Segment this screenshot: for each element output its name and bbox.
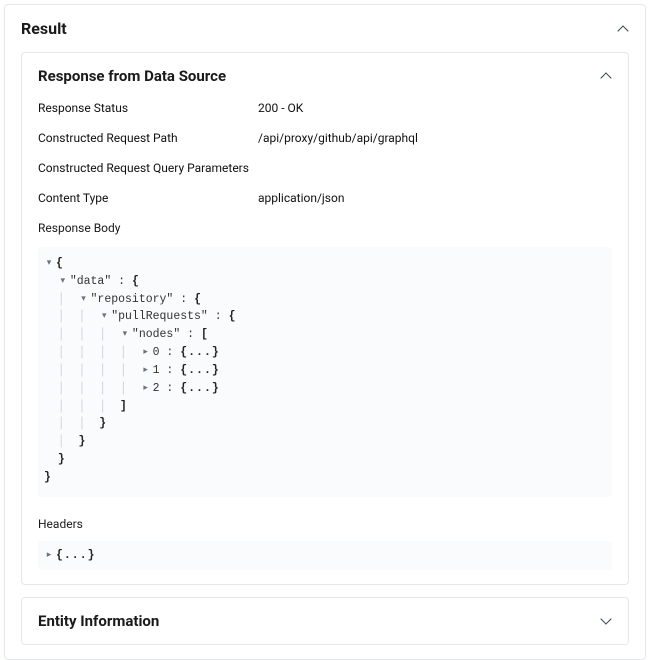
json-line: } <box>44 451 602 469</box>
json-line[interactable]: │ │ │ │ 1 : {...} <box>44 362 602 380</box>
json-key: "pullRequests" <box>111 308 208 326</box>
json-line[interactable]: "data" : { <box>44 273 602 291</box>
json-headers[interactable]: {...} <box>38 541 612 571</box>
json-key: 0 <box>153 344 160 362</box>
json-line: │ │ } <box>44 415 602 433</box>
toggle-icon[interactable] <box>79 293 89 307</box>
entity-title: Entity Information <box>38 612 159 630</box>
result-title: Result <box>21 19 67 38</box>
value-request-path: /api/proxy/github/api/graphql <box>258 131 418 145</box>
json-response-body[interactable]: { "data" : { │ "repository" : { │ │ "pul… <box>38 247 612 497</box>
label-response-status: Response Status <box>38 101 258 115</box>
json-line[interactable]: { <box>44 255 602 273</box>
toggle-icon[interactable] <box>44 549 54 563</box>
value-response-status: 200 - OK <box>258 101 303 115</box>
chevron-down-icon[interactable] <box>602 616 612 626</box>
toggle-icon[interactable] <box>141 364 151 378</box>
json-collapsed[interactable]: {...} <box>180 344 220 362</box>
json-line[interactable]: │ │ │ │ 0 : {...} <box>44 344 602 362</box>
value-content-type: application/json <box>258 191 344 205</box>
toggle-icon[interactable] <box>44 257 54 271</box>
result-header[interactable]: Result <box>5 5 645 52</box>
label-response-body: Response Body <box>22 215 628 243</box>
chevron-up-icon[interactable] <box>619 24 629 34</box>
json-collapsed[interactable]: {...} <box>56 547 96 565</box>
json-key: "repository" <box>91 291 174 309</box>
toggle-icon[interactable] <box>120 328 130 342</box>
json-line[interactable]: │ │ │ "nodes" : [ <box>44 326 602 344</box>
json-line[interactable]: {...} <box>44 547 602 565</box>
row-request-path: Constructed Request Path /api/proxy/gith… <box>22 125 628 155</box>
toggle-icon[interactable] <box>99 310 109 324</box>
response-panel: Response from Data Source Response Statu… <box>21 52 629 585</box>
entity-header[interactable]: Entity Information <box>22 598 628 644</box>
json-line[interactable]: │ │ │ │ 2 : {...} <box>44 380 602 398</box>
json-line[interactable]: │ │ "pullRequests" : { <box>44 308 602 326</box>
json-key: "nodes" <box>132 326 180 344</box>
json-line: │ } <box>44 433 602 451</box>
result-panel: Result Response from Data Source Respons… <box>4 4 646 660</box>
row-response-status: Response Status 200 - OK <box>22 95 628 125</box>
json-line: } <box>44 469 602 487</box>
row-content-type: Content Type application/json <box>22 185 628 215</box>
toggle-icon[interactable] <box>141 346 151 360</box>
row-query-params: Constructed Request Query Parameters <box>22 155 628 185</box>
json-key: 2 <box>153 380 160 398</box>
json-key: "data" <box>70 273 111 291</box>
entity-panel: Entity Information <box>21 597 629 645</box>
json-collapsed[interactable]: {...} <box>180 380 220 398</box>
label-query-params: Constructed Request Query Parameters <box>38 161 258 175</box>
json-line: │ │ │ ] <box>44 398 602 416</box>
label-request-path: Constructed Request Path <box>38 131 258 145</box>
json-line[interactable]: │ "repository" : { <box>44 291 602 309</box>
toggle-icon[interactable] <box>141 382 151 396</box>
json-key: 1 <box>153 362 160 380</box>
json-collapsed[interactable]: {...} <box>180 362 220 380</box>
label-headers: Headers <box>22 511 628 539</box>
chevron-up-icon[interactable] <box>602 71 612 81</box>
response-header[interactable]: Response from Data Source <box>22 53 628 95</box>
label-content-type: Content Type <box>38 191 258 205</box>
toggle-icon[interactable] <box>58 275 68 289</box>
response-title: Response from Data Source <box>38 67 226 85</box>
